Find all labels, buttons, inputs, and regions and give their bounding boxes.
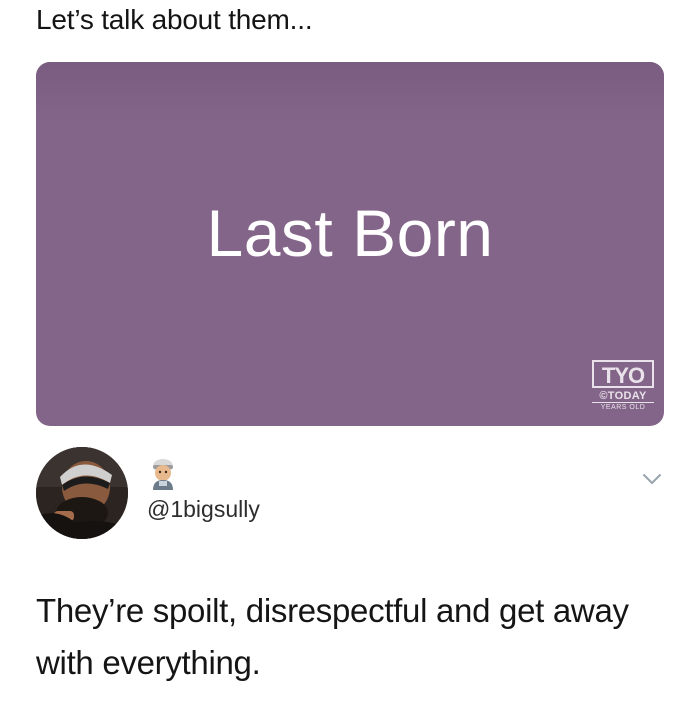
top-caption: Let’s talk about them...: [36, 4, 313, 35]
tweet-text: They’re spoilt, disrespectful and get aw…: [36, 592, 629, 681]
person-emoji-icon: [147, 456, 179, 490]
avatar-photo-icon: [36, 447, 128, 539]
card-title: Last Born: [206, 196, 494, 270]
tweet-handle[interactable]: @1bigsully: [147, 494, 260, 524]
last-born-card: Last Born TYO ©TODAY YEARS OLD: [36, 62, 664, 426]
avatar[interactable]: [36, 447, 128, 539]
chevron-down-icon[interactable]: [640, 470, 664, 488]
watermark-line2: YEARS OLD: [592, 402, 654, 412]
watermark-line1: ©TODAY: [599, 390, 647, 402]
tyo-watermark-logo: TYO ©TODAY YEARS OLD: [592, 360, 654, 416]
watermark-logo-text: TYO: [592, 360, 654, 388]
card-shade: [36, 62, 664, 122]
